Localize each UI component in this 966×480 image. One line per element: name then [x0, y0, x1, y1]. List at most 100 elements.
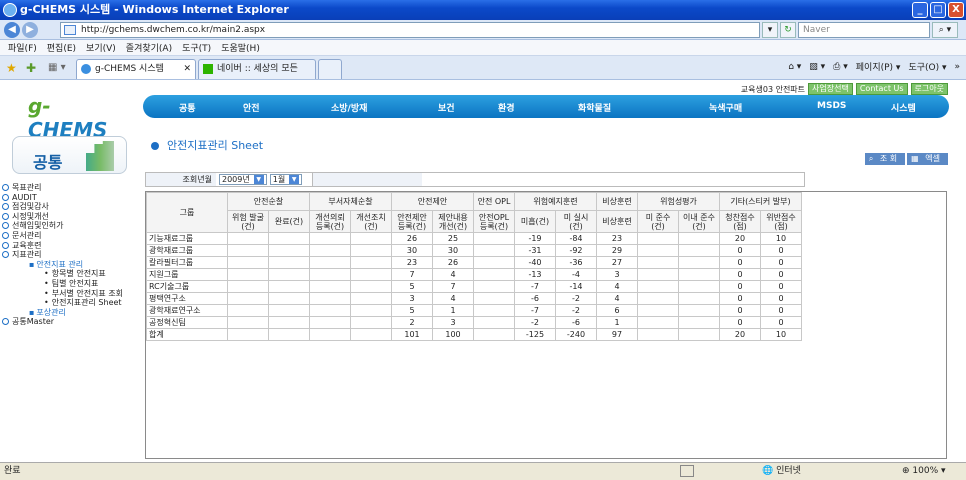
table-row[interactable]: 광학재료그룹 30 30 -31 -92 29 0 0 — [146, 244, 802, 257]
sidebar-item[interactable]: 시정및개선 — [2, 212, 123, 222]
print-icon[interactable]: ⎙ ▾ — [833, 62, 848, 72]
building-icon — [86, 141, 114, 171]
value-cell — [227, 316, 269, 329]
close-button[interactable]: X — [948, 2, 964, 18]
contact-button[interactable]: Contact Us — [855, 83, 908, 95]
value-cell — [309, 328, 351, 341]
nav-health[interactable]: 보건 — [438, 101, 455, 114]
sidebar-item[interactable]: 지표관리 — [2, 250, 123, 260]
site-select-button[interactable]: 사업장선택 — [808, 83, 853, 95]
menu-view[interactable]: 보기(V) — [86, 41, 116, 54]
column-header: 미 준수 (건) — [637, 210, 679, 233]
tab-naver[interactable]: 네이버 :: 세상의 모든 지... — [198, 59, 316, 92]
table-row[interactable]: 평택연구소 3 4 -6 -2 4 0 0 — [146, 292, 802, 305]
nav-system[interactable]: 시스템 — [891, 101, 916, 114]
refresh-icon[interactable]: ↻ — [780, 22, 796, 38]
group-name-cell: 공정혁신팀 — [146, 316, 228, 329]
nav-fire[interactable]: 소방/방재 — [331, 101, 367, 114]
table-row[interactable]: RC기술그룹 5 7 -7 -14 4 0 0 — [146, 280, 802, 293]
value-cell: 26 — [391, 232, 433, 245]
tab-gchems[interactable]: g-CHEMS 시스템 ✕ — [76, 59, 196, 79]
dropdown-arrow-icon[interactable]: ▾ — [762, 22, 778, 38]
logout-button[interactable]: 로그아웃 — [910, 83, 948, 95]
window-title: g-CHEMS 시스템 - Windows Internet Explorer — [20, 3, 289, 16]
sidebar-item[interactable]: 안전지표관리 Sheet — [2, 298, 123, 308]
menu-file[interactable]: 파일(F) — [8, 41, 37, 54]
menu-edit[interactable]: 편집(E) — [47, 41, 76, 54]
sidebar-item[interactable]: 교육훈련 — [2, 241, 123, 251]
menu-favorites[interactable]: 즐겨찾기(A) — [126, 41, 172, 54]
feeds-icon[interactable]: ▧ ▾ — [809, 62, 825, 72]
value-cell — [473, 232, 515, 245]
value-cell — [637, 232, 679, 245]
zoom-level[interactable]: ⊕ 100% ▾ — [902, 463, 946, 479]
value-cell — [227, 232, 269, 245]
search-button[interactable]: ⌕ 조 회 — [864, 153, 906, 165]
nav-environment[interactable]: 환경 — [498, 101, 515, 114]
value-cell: -36 — [555, 256, 597, 269]
value-cell — [309, 256, 351, 269]
value-cell — [227, 292, 269, 305]
table-row[interactable]: 광학재료연구소 5 1 -7 -2 6 0 0 — [146, 304, 802, 317]
sidebar-item[interactable]: 부서별 안전지표 조회 — [2, 289, 123, 299]
column-header: 완료(건) — [268, 210, 310, 233]
menu-tools[interactable]: 도구(T) — [182, 41, 211, 54]
url-input[interactable]: http://gchems.dwchem.co.kr/main2.aspx — [60, 22, 760, 38]
sidebar-item[interactable]: 안전지표 관리 — [2, 260, 123, 270]
sidebar-item[interactable]: 공통Master — [2, 317, 123, 327]
table-row[interactable]: 합계 101 100 -125 -240 97 20 10 — [146, 328, 802, 341]
table-row[interactable]: 칼라필터그룹 23 26 -40 -36 27 0 0 — [146, 256, 802, 269]
nav-common[interactable]: 공통 — [179, 101, 196, 114]
chevron-down-icon: ▼ — [253, 175, 264, 184]
column-header: 청찬점수 (점) — [719, 210, 761, 233]
status-text: 완료 — [4, 466, 21, 476]
nav-green-purchase[interactable]: 녹색구매 — [709, 101, 742, 114]
home-icon[interactable]: ⌂ ▾ — [788, 62, 801, 72]
value-cell: -19 — [514, 232, 556, 245]
menu-help[interactable]: 도움말(H) — [221, 41, 260, 54]
sidebar-item[interactable]: 항목별 안전지표 — [2, 269, 123, 279]
table-row[interactable]: 지원그룹 7 4 -13 -4 3 0 0 — [146, 268, 802, 281]
forward-icon[interactable]: ▶ — [22, 22, 38, 38]
back-icon[interactable]: ◀ — [4, 22, 20, 38]
table-row[interactable]: 기능재료그룹 26 25 -19 -84 23 20 10 — [146, 232, 802, 245]
minimize-button[interactable]: _ — [912, 2, 928, 18]
year-select[interactable]: 2009년 ▼ — [219, 174, 267, 185]
sidebar-item[interactable]: AUDIT — [2, 193, 123, 203]
quick-tabs-icon[interactable]: ▦ ▾ — [48, 62, 66, 73]
site-logo[interactable]: g-CHEMS — [28, 94, 128, 142]
value-cell — [309, 268, 351, 281]
sidebar-item[interactable]: 목표관리 — [2, 183, 123, 193]
value-cell — [637, 316, 679, 329]
value-cell: 100 — [432, 328, 474, 341]
nav-safety[interactable]: 안전 — [243, 101, 260, 114]
favorites-star-icon[interactable]: ★ — [6, 61, 17, 75]
value-cell: 20 — [719, 232, 761, 245]
sidebar-item[interactable]: 선해임및인허가 — [2, 221, 123, 231]
nav-chemicals[interactable]: 화학물질 — [578, 101, 611, 114]
sidebar-item[interactable]: 팀별 안전지표 — [2, 279, 123, 289]
table-row[interactable]: 공정혁신팀 2 3 -2 -6 1 0 0 — [146, 316, 802, 329]
value-cell — [637, 268, 679, 281]
add-favorite-icon[interactable]: ✚ — [26, 61, 36, 75]
month-select[interactable]: 1월 ▼ — [269, 174, 303, 185]
value-cell: 97 — [596, 328, 638, 341]
more-icon[interactable]: » — [954, 62, 960, 72]
tools-menu[interactable]: 도구(O) ▾ — [908, 60, 946, 73]
sidebar-menu: 목표관리AUDIT점검및감사시정및개선선해임및인허가문서관리교육훈련지표관리안전… — [2, 183, 123, 327]
excel-button[interactable]: ▦ 엑셀 — [907, 153, 948, 165]
sidebar-item[interactable]: 포상관리 — [2, 308, 123, 318]
maximize-button[interactable]: □ — [930, 2, 946, 18]
search-icon[interactable]: ⌕ ▾ — [932, 22, 958, 38]
search-input[interactable]: Naver — [798, 22, 930, 38]
close-tab-icon[interactable]: ✕ — [183, 60, 191, 78]
page-menu[interactable]: 페이지(P) ▾ — [856, 60, 901, 73]
sidebar-item[interactable]: 점검및감사 — [2, 202, 123, 212]
value-cell: 29 — [596, 244, 638, 257]
nav-msds[interactable]: MSDS — [817, 101, 846, 111]
value-cell: -14 — [555, 280, 597, 293]
group-name-cell: RC기술그룹 — [146, 280, 228, 293]
new-tab-button[interactable] — [318, 59, 342, 79]
sidebar-item[interactable]: 문서관리 — [2, 231, 123, 241]
value-cell — [350, 292, 392, 305]
